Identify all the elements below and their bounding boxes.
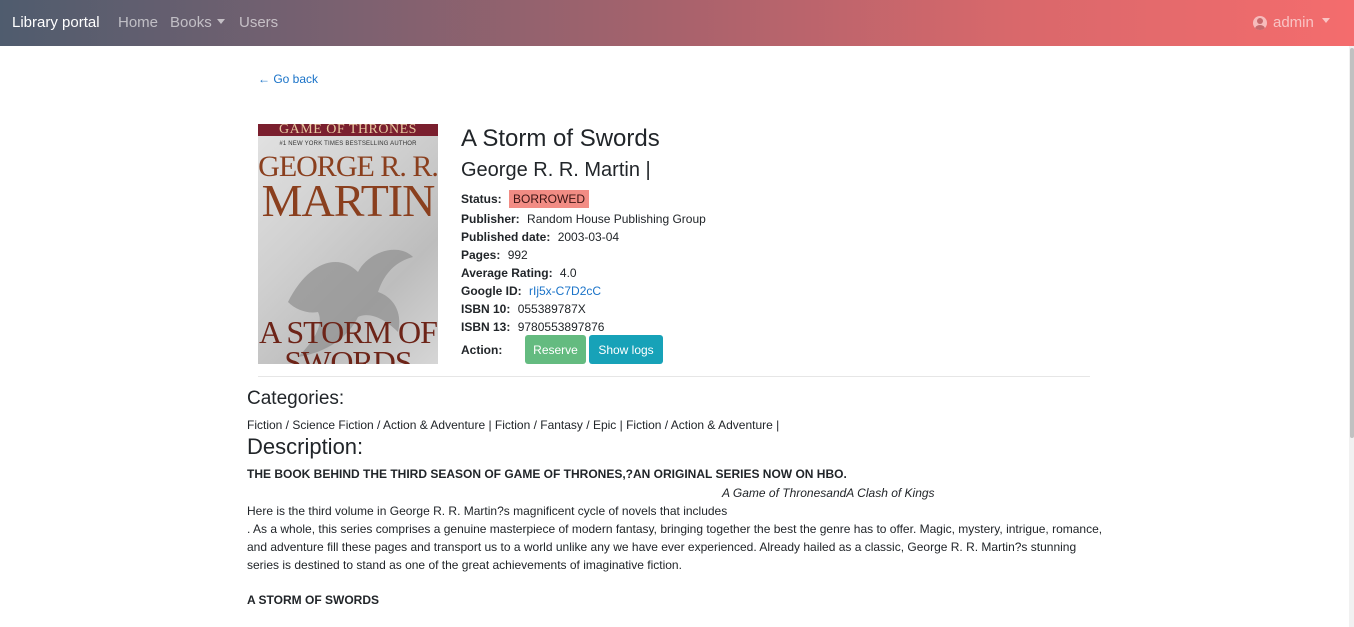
book-title: A Storm of Swords	[461, 125, 660, 152]
cover-tagline: #1 NEW YORK TIMES BESTSELLING AUTHOR	[279, 141, 417, 147]
rating-value: 4.0	[559, 266, 577, 280]
publisher-row: Publisher: Random House Publishing Group	[461, 212, 706, 226]
description-italic-titles: A Game of ThronesandA Clash of Kings	[722, 486, 935, 500]
navbar-brand[interactable]: Library portal	[12, 14, 100, 31]
scrollbar-thumb[interactable]	[1350, 48, 1354, 438]
google-id-row: Google ID: rIj5x-C7D2cC	[461, 284, 601, 298]
isbn13-label: ISBN 13:	[461, 320, 511, 334]
status-badge: BORROWED	[509, 190, 590, 208]
google-id-label: Google ID:	[461, 284, 522, 298]
section-divider	[258, 376, 1090, 377]
cover-title-line2: SWORDS	[284, 344, 412, 364]
user-name: admin	[1273, 14, 1314, 31]
isbn10-value: 055389787X	[517, 302, 586, 316]
published-date-value: 2003-03-04	[557, 230, 620, 244]
book-author: George R. R. Martin |	[461, 159, 651, 181]
google-id-link[interactable]: rIj5x-C7D2cC	[529, 284, 601, 298]
isbn10-label: ISBN 10:	[461, 302, 511, 316]
categories-heading: Categories:	[247, 388, 345, 409]
description-headline: THE BOOK BEHIND THE THIRD SEASON OF GAME…	[247, 467, 847, 481]
description-subheading: A STORM OF SWORDS	[247, 593, 379, 607]
published-date-row: Published date: 2003-03-04	[461, 230, 619, 244]
action-row: Action:	[461, 343, 506, 357]
isbn13-row: ISBN 13: 9780553897876	[461, 320, 604, 334]
nav-books-label: Books	[170, 14, 212, 31]
description-heading: Description:	[247, 434, 364, 459]
nav-users-link[interactable]: Users	[239, 14, 278, 31]
action-label: Action:	[461, 343, 503, 357]
reserve-button[interactable]: Reserve	[525, 335, 586, 364]
description-paragraph: Here is the third volume in George R. R.…	[247, 504, 1103, 572]
publisher-value: Random House Publishing Group	[527, 212, 706, 226]
show-logs-button[interactable]: Show logs	[589, 335, 663, 364]
status-label: Status:	[461, 192, 502, 206]
rating-row: Average Rating: 4.0	[461, 266, 577, 280]
pages-label: Pages:	[461, 248, 501, 262]
cover-author-line2: MARTIN	[261, 175, 436, 226]
published-date-label: Published date:	[461, 230, 551, 244]
nav-home-link[interactable]: Home	[118, 14, 158, 31]
user-menu-dropdown[interactable]: admin	[1253, 14, 1330, 31]
nav-books-dropdown[interactable]: Books	[170, 14, 225, 31]
chevron-down-icon	[1321, 18, 1330, 23]
pages-row: Pages: 992	[461, 248, 528, 262]
cover-series-text: GAME OF THRONES	[279, 124, 417, 137]
chevron-down-icon	[216, 18, 225, 24]
pages-value: 992	[507, 248, 528, 262]
isbn13-value: 9780553897876	[517, 320, 605, 334]
book-cover-image: GAME OF THRONES #1 NEW YORK TIMES BESTSE…	[258, 124, 438, 364]
status-row: Status: BORROWED	[461, 190, 590, 208]
go-back-link[interactable]: ← Go back	[258, 72, 318, 86]
isbn10-row: ISBN 10: 055389787X	[461, 302, 586, 316]
categories-list: Fiction / Science Fiction / Action & Adv…	[247, 418, 780, 432]
user-circle-icon	[1253, 15, 1267, 30]
top-navbar: Library portal Home Books Users admin	[0, 0, 1354, 46]
publisher-label: Publisher:	[461, 212, 520, 226]
rating-label: Average Rating:	[461, 266, 553, 280]
